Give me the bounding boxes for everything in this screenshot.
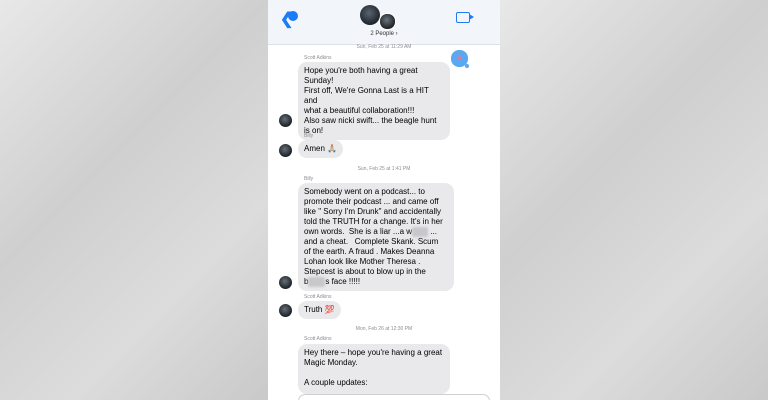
avatar [279,304,292,317]
avatar[interactable] [360,5,380,25]
timestamp: Mon, Feb 26 at 12:30 PM [355,326,413,332]
message-bubble[interactable]: Hope you're both having a great Sunday! … [298,62,450,140]
avatar[interactable] [379,13,396,30]
message-bubble[interactable]: Somebody went on a podcast... to promote… [298,183,454,291]
censored-word: itche [308,277,326,287]
message-bubble[interactable]: Hey there – hope you're having a great M… [298,344,450,394]
avatar [279,114,292,127]
conversation-header: ❮ 2 People › [268,0,500,45]
message-bubble[interactable]: Truth 💯 [298,301,341,319]
sender-name: Billy [304,133,314,139]
sender-name: Billy [304,176,314,182]
avatar [279,276,292,289]
timestamp: Sun, Feb 25 at 1:41 PM [357,166,411,172]
sender-name: Scott Adkins [304,294,332,300]
background-right [500,0,768,400]
video-camera-icon[interactable] [456,12,474,23]
messages-screen: ❮ 2 People › Sun, Feb 25 at 11:29 AM Sco… [268,0,500,400]
background-left [0,0,268,400]
people-count-text: 2 People [370,31,394,37]
reaction-tail [465,64,469,68]
timestamp: Sun, Feb 25 at 11:29 AM [356,44,412,50]
unread-badge [288,11,298,21]
avatar [279,144,292,157]
sender-name: Scott Adkins [304,55,332,61]
group-people-label[interactable]: 2 People › [268,31,500,37]
sender-name: Scott Adkins [304,336,332,342]
message-input[interactable] [298,394,490,400]
message-text: s face !!!!! [325,277,361,286]
message-bubble[interactable]: Amen 🙏🏼 [298,140,344,158]
censored-word: hore [412,227,429,237]
